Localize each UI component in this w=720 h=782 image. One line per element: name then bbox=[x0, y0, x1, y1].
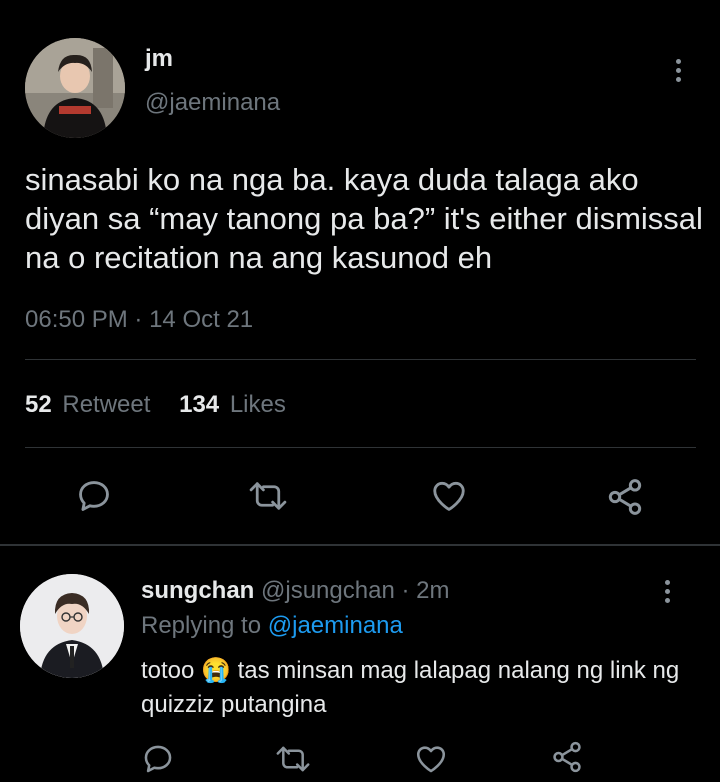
more-vertical-icon bbox=[664, 579, 670, 585]
likes-count: 134 bbox=[179, 391, 220, 418]
like-icon bbox=[433, 481, 465, 511]
author-avatar[interactable] bbox=[25, 38, 125, 138]
reply-separator: · bbox=[401, 577, 410, 604]
date-separator: · bbox=[134, 306, 143, 333]
retweet-button[interactable] bbox=[248, 477, 288, 515]
likes-label: Likes bbox=[229, 391, 286, 418]
share-button[interactable] bbox=[605, 477, 645, 517]
replying-to-prefix: Replying to bbox=[141, 612, 262, 639]
reply-icon bbox=[79, 481, 109, 511]
replying-to-handle[interactable]: @jaeminana bbox=[268, 612, 403, 639]
tweet-timestamp: 06:50 PM · 14 Oct 21 bbox=[25, 306, 253, 334]
reply-share-button[interactable] bbox=[550, 740, 584, 774]
retweet-stat[interactable]: 52 Retweet bbox=[25, 391, 157, 418]
reply-author-avatar-image bbox=[20, 574, 124, 678]
reply-retweet-button[interactable] bbox=[275, 742, 311, 776]
reply-more-options-button[interactable] bbox=[655, 571, 679, 611]
share-icon bbox=[608, 479, 642, 515]
tweet-text: sinasabi ko na nga ba. kaya duda talaga … bbox=[25, 162, 703, 275]
retweet-icon bbox=[276, 746, 310, 772]
author-avatar-image bbox=[25, 38, 125, 138]
share-icon bbox=[553, 741, 581, 773]
author-handle[interactable]: @jaeminana bbox=[145, 89, 280, 117]
tweet-time[interactable]: 06:50 PM bbox=[25, 306, 128, 333]
like-icon bbox=[416, 746, 446, 773]
reply-reply-button[interactable] bbox=[141, 742, 175, 776]
reply-author-handle[interactable]: @jsungchan bbox=[261, 577, 395, 604]
author-name[interactable]: jm bbox=[145, 45, 173, 73]
reply-author-avatar[interactable] bbox=[20, 574, 124, 678]
reply-text: totoo 😭 tas minsan mag lalapag nalang ng… bbox=[141, 654, 701, 722]
reply-icon bbox=[144, 745, 172, 773]
retweet-label: Retweet bbox=[62, 391, 151, 418]
divider bbox=[25, 359, 696, 360]
reply-button[interactable] bbox=[75, 477, 113, 515]
reply-text-start: totoo bbox=[141, 657, 195, 684]
reply-like-button[interactable] bbox=[413, 742, 449, 776]
divider bbox=[25, 447, 696, 448]
reply-header: sungchan @jsungchan · 2m bbox=[141, 577, 449, 605]
more-vertical-icon bbox=[675, 58, 681, 64]
tweet-stats: 52 Retweet 134 Likes bbox=[25, 391, 286, 419]
replying-to: Replying to @jaeminana bbox=[141, 612, 403, 640]
crying-face-emoji-icon: 😭 bbox=[201, 657, 231, 684]
retweet-icon bbox=[249, 482, 287, 510]
retweet-count: 52 bbox=[25, 391, 52, 418]
reply-author-name[interactable]: sungchan bbox=[141, 577, 254, 604]
section-divider bbox=[0, 544, 720, 546]
reply-age[interactable]: 2m bbox=[416, 577, 449, 604]
more-options-button[interactable] bbox=[666, 50, 690, 90]
tweet-date[interactable]: 14 Oct 21 bbox=[149, 306, 253, 333]
likes-stat[interactable]: 134 Likes bbox=[179, 391, 286, 418]
like-button[interactable] bbox=[429, 477, 469, 515]
